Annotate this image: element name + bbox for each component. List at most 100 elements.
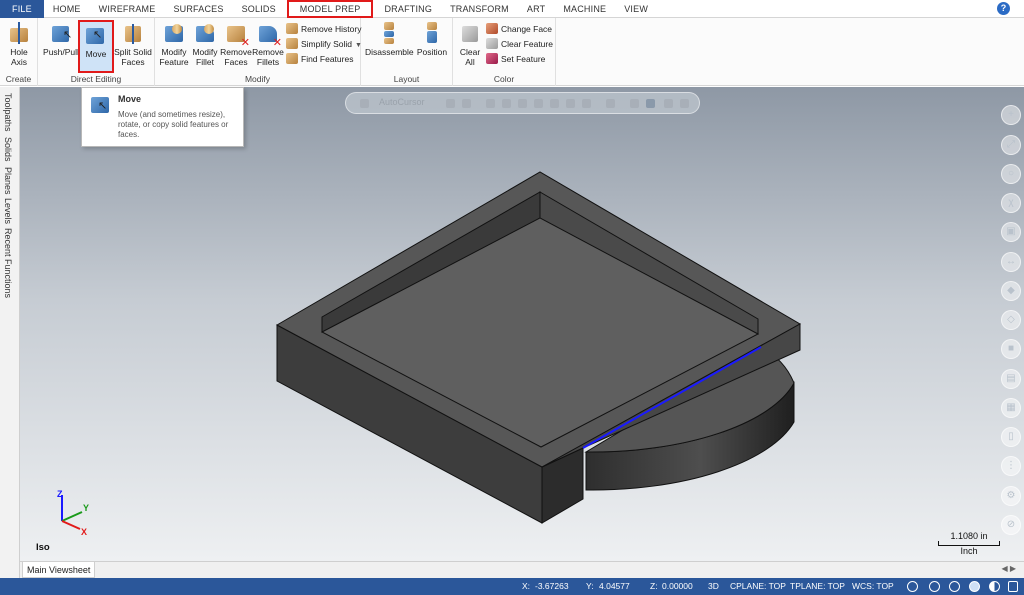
tab-view[interactable]: VIEW bbox=[615, 0, 657, 18]
remove-fillets-button[interactable]: Remove Fillets bbox=[252, 20, 284, 70]
set-feature-icon bbox=[486, 53, 498, 64]
fit-icon[interactable]: ⤢ bbox=[1001, 135, 1021, 155]
tab-art[interactable]: ART bbox=[518, 0, 554, 18]
globe-icon[interactable] bbox=[907, 581, 918, 592]
solid-view-icon[interactable]: ■ bbox=[1001, 339, 1021, 359]
clear-all-button[interactable]: Clear All bbox=[456, 20, 484, 70]
remove-fillets-label: Remove Fillets bbox=[252, 47, 284, 67]
cplane-status[interactable]: CPLANE: TOP bbox=[730, 578, 786, 595]
sphere-outline-icon[interactable] bbox=[949, 581, 960, 592]
clear-all-label: Clear All bbox=[459, 47, 481, 67]
clear-feature-button[interactable]: Clear Feature bbox=[486, 37, 553, 51]
wcs-status[interactable]: WCS: TOP bbox=[852, 578, 894, 595]
group-direct-editing: ↖ Push/Pull ↖ Move Split Solid Faces Dir… bbox=[38, 18, 155, 86]
grid-dots-icon[interactable]: ⋮ bbox=[1001, 456, 1021, 476]
set-feature-button[interactable]: Set Feature bbox=[486, 52, 545, 66]
push-pull-button[interactable]: ↖ Push/Pull bbox=[42, 20, 80, 70]
tab-file[interactable]: FILE bbox=[0, 0, 44, 18]
hole-axis-label: Hole Axis bbox=[10, 47, 28, 67]
tab-surfaces[interactable]: SURFACES bbox=[164, 0, 232, 18]
tab-machine[interactable]: MACHINE bbox=[554, 0, 615, 18]
sheet-scroll-arrows[interactable]: ◀ ▶ bbox=[1001, 564, 1016, 573]
move-button[interactable]: ↖ Move bbox=[78, 20, 114, 73]
x-coordinate-label: X: bbox=[522, 581, 531, 591]
prohibit-icon[interactable]: ⊘ bbox=[1001, 515, 1021, 535]
modify-feature-button[interactable]: Modify Feature bbox=[158, 20, 190, 70]
move-icon: ↖ bbox=[90, 94, 112, 114]
clip-icon[interactable]: ▯ bbox=[1001, 427, 1021, 447]
display-mode-icon[interactable] bbox=[989, 581, 1000, 592]
x-coordinate-value: -3.67263 bbox=[535, 581, 569, 591]
simplify-solid-label: Simplify Solid bbox=[301, 39, 353, 49]
find-features-button[interactable]: Find Features bbox=[286, 52, 353, 66]
tab-model-prep[interactable]: MODEL PREP bbox=[286, 0, 374, 18]
group-create: Hole Axis Create bbox=[0, 18, 38, 86]
tooltip-title: Move bbox=[118, 94, 142, 104]
circle-icon[interactable]: ○ bbox=[1001, 164, 1021, 184]
z-coordinate-label: Z: bbox=[650, 581, 658, 591]
analyze-icon[interactable]: χ bbox=[1001, 193, 1021, 213]
clear-feature-icon bbox=[486, 38, 498, 49]
viewsheet-bar: Main Viewsheet ◀ ▶ bbox=[20, 561, 1024, 578]
move-label: Move bbox=[85, 49, 107, 59]
wireframe-icon[interactable]: ◇ bbox=[1001, 310, 1021, 330]
shading-icon[interactable]: ◆ bbox=[1001, 281, 1021, 301]
section-icon[interactable]: ▤ bbox=[1001, 369, 1021, 389]
status-bar: X: -3.67263 Y: 4.04577 Z: 0.00000 3D CPL… bbox=[0, 578, 1024, 595]
panel-tab-toolpaths[interactable]: Toolpaths bbox=[3, 93, 13, 132]
remove-history-button[interactable]: Remove History bbox=[286, 22, 361, 36]
sphere-shaded-icon[interactable] bbox=[969, 581, 980, 592]
disassemble-button[interactable]: Disassemble bbox=[365, 20, 414, 70]
axis-triad: Z Y X bbox=[57, 489, 89, 537]
clear-feature-label: Clear Feature bbox=[501, 39, 553, 49]
remove-faces-button[interactable]: Remove Faces bbox=[220, 20, 252, 70]
panel-tab-recent-functions[interactable]: Recent Functions bbox=[3, 228, 13, 298]
group-direct-editing-label: Direct Editing bbox=[70, 74, 122, 84]
group-color-label: Color bbox=[493, 74, 515, 84]
simplify-solid-icon bbox=[286, 38, 298, 49]
position-icon bbox=[421, 22, 443, 44]
tab-wireframe[interactable]: WIREFRAME bbox=[90, 0, 165, 18]
settings-toggle-icon[interactable] bbox=[1008, 581, 1018, 592]
axis-x-label: X bbox=[81, 527, 87, 537]
set-feature-label: Set Feature bbox=[501, 54, 546, 64]
split-solid-faces-button[interactable]: Split Solid Faces bbox=[113, 20, 153, 70]
tab-drafting[interactable]: DRAFTING bbox=[375, 0, 441, 18]
modify-fillet-button[interactable]: Modify Fillet bbox=[190, 20, 220, 70]
zoom-in-icon[interactable]: + bbox=[1001, 105, 1021, 125]
panel-tab-levels[interactable]: Levels bbox=[3, 198, 13, 224]
globe-grid-icon[interactable] bbox=[929, 581, 940, 592]
view-mode-toggle[interactable]: 3D bbox=[708, 578, 719, 595]
push-pull-label: Push/Pull bbox=[43, 47, 79, 57]
push-pull-icon: ↖ bbox=[50, 22, 72, 44]
help-icon[interactable]: ? bbox=[997, 2, 1010, 15]
group-color: Clear All Change Face Clear Feature Set … bbox=[453, 18, 556, 86]
find-features-label: Find Features bbox=[301, 54, 354, 64]
tab-solids[interactable]: SOLIDS bbox=[233, 0, 285, 18]
tab-transform[interactable]: TRANSFORM bbox=[441, 0, 518, 18]
position-button[interactable]: Position bbox=[413, 20, 451, 70]
solid-model[interactable] bbox=[20, 87, 1024, 561]
measure-icon[interactable]: ↔ bbox=[1001, 252, 1021, 272]
tab-home[interactable]: HOME bbox=[44, 0, 90, 18]
group-create-label: Create bbox=[5, 74, 32, 84]
change-face-button[interactable]: Change Face bbox=[486, 22, 552, 36]
graphics-viewport[interactable]: AutoCursor + ⤢ ○ χ ▣ ↔ ◆ ◇ ■ ▤ ▦ ▯ ⋮ ⚙ ⊘… bbox=[20, 87, 1024, 561]
tab-main-viewsheet[interactable]: Main Viewsheet bbox=[22, 562, 96, 578]
move-icon: ↖ bbox=[85, 24, 107, 46]
tplane-status[interactable]: TPLANE: TOP bbox=[790, 578, 845, 595]
remove-faces-label: Remove Faces bbox=[220, 47, 252, 67]
settings-icon[interactable]: ⚙ bbox=[1001, 486, 1021, 506]
cube-view-icon[interactable]: ▣ bbox=[1001, 222, 1021, 242]
axis-y-label: Y bbox=[83, 503, 89, 513]
disassemble-icon bbox=[378, 22, 400, 44]
group-modify: Modify Feature Modify Fillet Remove Face… bbox=[155, 18, 362, 86]
remove-history-label: Remove History bbox=[301, 24, 362, 34]
color-icon[interactable]: ▦ bbox=[1001, 398, 1021, 418]
simplify-solid-button[interactable]: Simplify Solid ▼ bbox=[286, 37, 362, 51]
panel-tab-planes[interactable]: Planes bbox=[3, 167, 13, 195]
split-solid-faces-icon bbox=[122, 22, 144, 44]
panel-tab-solids[interactable]: Solids bbox=[3, 137, 13, 162]
group-layout-label: Layout bbox=[393, 74, 420, 84]
hole-axis-button[interactable]: Hole Axis bbox=[3, 20, 35, 70]
